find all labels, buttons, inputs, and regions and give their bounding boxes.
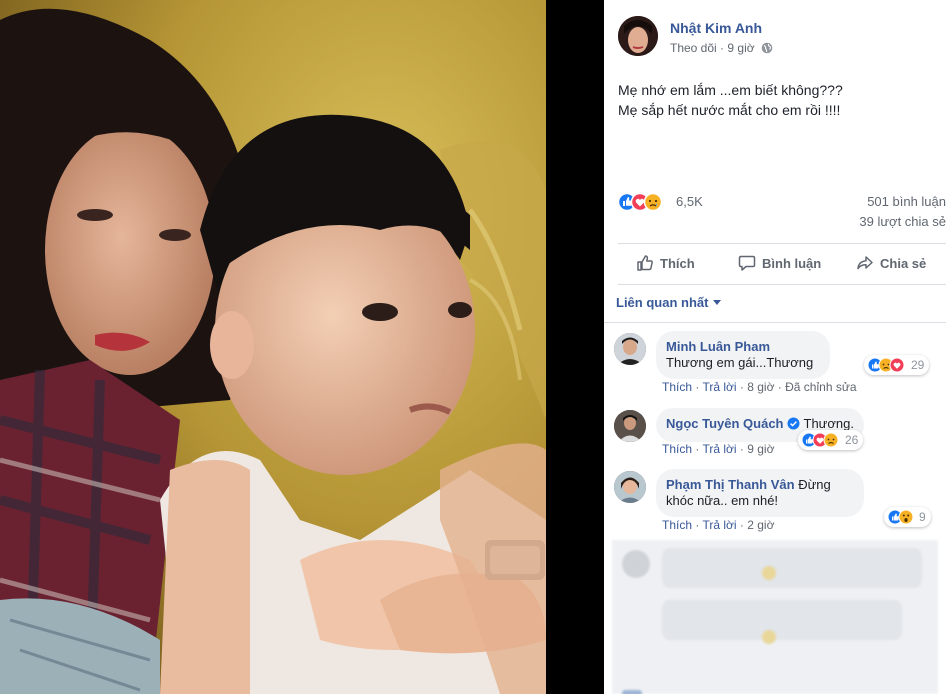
post-text-line-2: Mẹ sắp hết nước mắt cho em rồi !!!! bbox=[618, 102, 841, 118]
shares-count[interactable]: 39 lượt chia sẻ bbox=[859, 214, 946, 229]
blurred-avatar bbox=[622, 550, 650, 578]
comment-actions: Thích · Trả lời · 2 giờ bbox=[662, 518, 775, 532]
reaction-icons bbox=[617, 192, 678, 212]
comment-label: Bình luận bbox=[762, 256, 822, 271]
comments-count[interactable]: 501 bình luận bbox=[867, 194, 946, 209]
like-label: Thích bbox=[660, 256, 695, 271]
comment-reactions[interactable]: 26 bbox=[798, 430, 864, 450]
comment-time[interactable]: 2 giờ bbox=[747, 518, 774, 532]
comment-time[interactable]: 8 giờ bbox=[747, 380, 774, 394]
verified-badge-icon bbox=[787, 417, 800, 434]
comment-sort-dropdown[interactable]: Liên quan nhất bbox=[616, 295, 722, 310]
blurred-emoji bbox=[762, 630, 776, 644]
comment-edited: Đã chỉnh sửa bbox=[785, 380, 857, 394]
comment-time[interactable]: 9 giờ bbox=[747, 442, 774, 456]
commenter-name[interactable]: Ngọc Tuyên Quách bbox=[666, 416, 784, 431]
commenter-name[interactable]: Minh Luân Pham bbox=[666, 339, 770, 354]
commenter-avatar[interactable] bbox=[614, 333, 646, 365]
like-button[interactable]: Thích bbox=[636, 244, 695, 284]
comment-bubble: Minh Luân Pham Thương em gái...Thương bbox=[656, 331, 830, 379]
comment-actions: Thích · Trả lời · 9 giờ bbox=[662, 442, 775, 456]
comment-like-link[interactable]: Thích bbox=[662, 518, 692, 532]
photo-mother-and-child bbox=[0, 0, 546, 694]
commenter-name[interactable]: Phạm Thị Thanh Vân bbox=[666, 477, 795, 492]
comment-icon bbox=[738, 255, 756, 271]
reaction-count: 6,5K bbox=[676, 194, 703, 209]
comment-button[interactable]: Bình luận bbox=[738, 244, 821, 284]
post-action-bar: Thích Bình luận Chia sẻ bbox=[618, 243, 946, 285]
share-label: Chia sẻ bbox=[880, 256, 927, 271]
blurred-emoji bbox=[762, 566, 776, 580]
meta-separator: · bbox=[720, 41, 725, 55]
facebook-photo-viewer: Nhật Kim Anh Theo dõi · 9 giờ Mẹ nhớ em … bbox=[0, 0, 946, 694]
blurred-bubble bbox=[662, 600, 902, 640]
caret-down-icon bbox=[713, 300, 722, 305]
like-wow-icons bbox=[887, 509, 914, 525]
follow-link[interactable]: Theo dõi bbox=[670, 41, 717, 55]
comment-item: Phạm Thị Thanh Vân Đừng khóc nữa.. em nh… bbox=[614, 469, 944, 535]
sort-label: Liên quan nhất bbox=[616, 295, 709, 310]
comment-reactions[interactable]: 9 bbox=[884, 507, 931, 527]
comment-item: Minh Luân Pham Thương em gái...Thương 29… bbox=[614, 331, 944, 397]
post-text-line-1: Mẹ nhớ em lắm ...em biết không??? bbox=[618, 82, 843, 98]
post-header: Nhật Kim Anh Theo dõi · 9 giờ bbox=[618, 14, 938, 58]
commenter-avatar[interactable] bbox=[614, 410, 646, 442]
reaction-summary[interactable]: 6,5K 501 bình luận bbox=[617, 191, 946, 213]
share-button[interactable]: Chia sẻ bbox=[856, 244, 926, 284]
comment-reaction-count: 9 bbox=[919, 510, 926, 524]
comment-reply-link[interactable]: Trả lời bbox=[702, 442, 736, 456]
comment-like-link[interactable]: Thích bbox=[662, 442, 692, 456]
comment-bubble: Phạm Thị Thanh Vân Đừng khóc nữa.. em nh… bbox=[656, 469, 864, 517]
author-name[interactable]: Nhật Kim Anh bbox=[670, 20, 762, 36]
comment-reply-link[interactable]: Trả lời bbox=[702, 518, 736, 532]
author-avatar[interactable] bbox=[618, 16, 658, 56]
blurred-comments-area bbox=[612, 540, 938, 694]
globe-icon bbox=[761, 42, 773, 57]
comment-actions: Thích · Trả lời · 8 giờ · Đã chỉnh sửa bbox=[662, 380, 857, 394]
comment-item: Ngọc Tuyên Quách Thương. 26 Thích · Trả … bbox=[614, 408, 944, 468]
blurred-icon bbox=[622, 690, 642, 694]
commenter-avatar[interactable] bbox=[614, 471, 646, 503]
viewer-gutter bbox=[546, 0, 604, 694]
comments-divider bbox=[604, 322, 946, 323]
comment-text: Thương em gái...Thương bbox=[666, 355, 814, 370]
post-meta: Theo dõi · 9 giờ bbox=[670, 41, 773, 57]
comment-reply-link[interactable]: Trả lời bbox=[702, 380, 736, 394]
comment-reaction-count: 26 bbox=[845, 433, 859, 447]
comment-like-link[interactable]: Thích bbox=[662, 380, 692, 394]
blurred-bubble bbox=[662, 548, 922, 588]
post-panel: Nhật Kim Anh Theo dõi · 9 giờ Mẹ nhớ em … bbox=[604, 0, 946, 694]
comment-reaction-count: 29 bbox=[911, 358, 925, 372]
post-time[interactable]: 9 giờ bbox=[727, 41, 754, 55]
post-message: Mẹ nhớ em lắm ...em biết không??? Mẹ sắp… bbox=[618, 80, 938, 120]
thumbs-up-icon bbox=[637, 255, 653, 271]
like-sad-love-icons bbox=[867, 357, 905, 373]
sad-icon bbox=[643, 192, 663, 212]
comment-text: Thương. bbox=[803, 416, 854, 431]
like-love-sad-icons bbox=[801, 432, 839, 448]
post-photo[interactable] bbox=[0, 0, 546, 694]
comment-reactions[interactable]: 29 bbox=[864, 355, 930, 375]
share-icon bbox=[857, 256, 873, 270]
